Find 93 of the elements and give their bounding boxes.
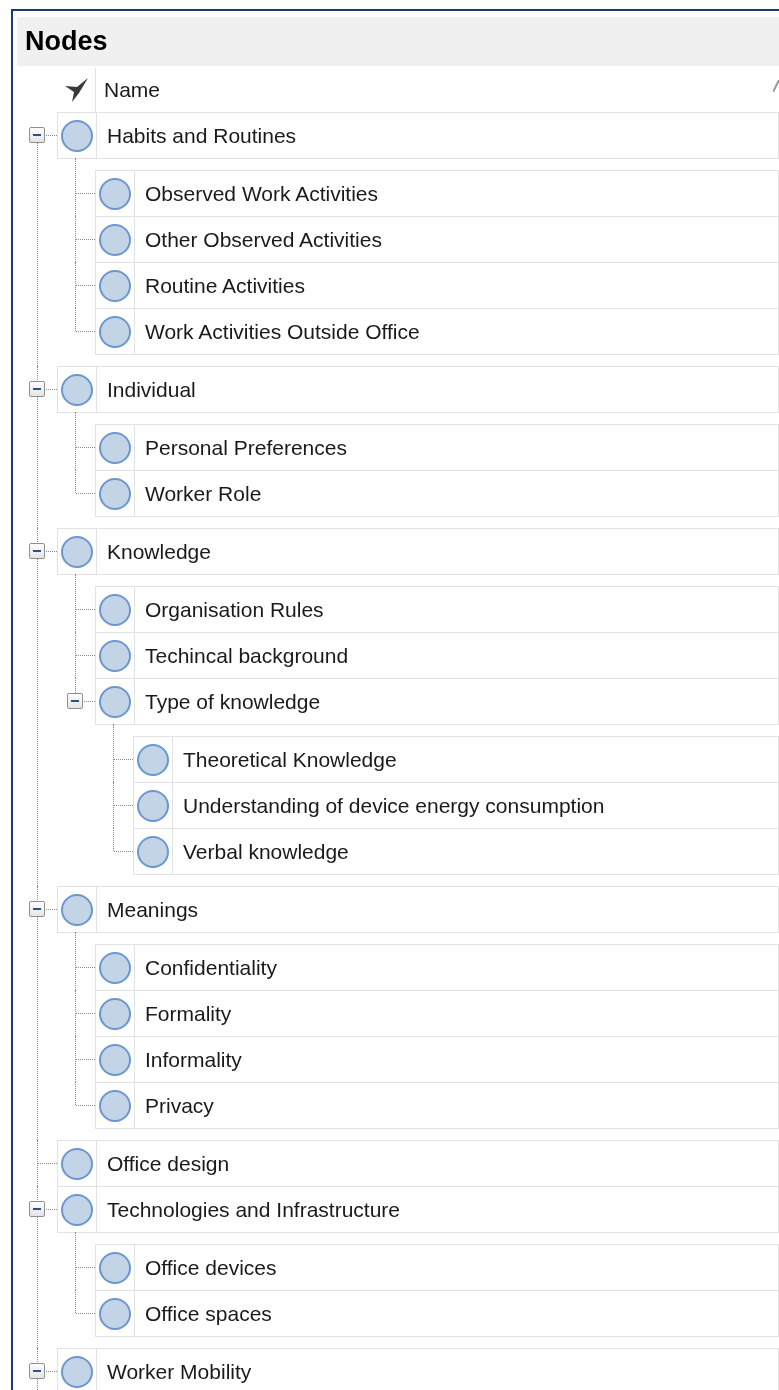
node-label: Knowledge bbox=[106, 538, 211, 565]
tree-row[interactable]: Formality bbox=[95, 990, 779, 1037]
node-icon bbox=[99, 269, 131, 302]
node-icon bbox=[99, 1251, 131, 1284]
node-label: Technologies and Infrastructure bbox=[106, 1196, 400, 1223]
node-icon bbox=[61, 535, 93, 568]
node-label: Worker Role bbox=[144, 480, 262, 507]
node-label: Routine Activities bbox=[144, 272, 305, 299]
tree-row[interactable]: Meanings bbox=[57, 886, 779, 933]
tree-row[interactable]: Office design bbox=[57, 1140, 779, 1187]
minus-icon bbox=[33, 905, 41, 913]
node-label: Observed Work Activities bbox=[144, 180, 379, 207]
node-icon bbox=[99, 1089, 131, 1122]
node-icon bbox=[99, 431, 131, 464]
node-label: Understanding of device energy consumption bbox=[182, 792, 605, 819]
collapse-button[interactable] bbox=[29, 901, 45, 917]
node-icon bbox=[99, 997, 131, 1030]
tree-row[interactable]: Routine Activities bbox=[95, 262, 779, 309]
tree-row[interactable]: Individual bbox=[57, 366, 779, 413]
tree-row[interactable]: Organisation Rules bbox=[95, 586, 779, 633]
node-icon bbox=[99, 685, 131, 718]
tree-row[interactable]: Theoretical Knowledge bbox=[133, 736, 779, 783]
collapse-button[interactable] bbox=[29, 543, 45, 559]
tree-row[interactable]: Observed Work Activities bbox=[95, 170, 779, 217]
minus-icon bbox=[33, 547, 41, 555]
tree-row[interactable]: Work Activities Outside Office bbox=[95, 308, 779, 355]
node-icon bbox=[137, 743, 169, 776]
collapse-button[interactable] bbox=[29, 1363, 45, 1379]
node-label: Worker Mobility bbox=[106, 1358, 252, 1385]
node-icon bbox=[61, 1147, 93, 1180]
node-icon bbox=[137, 835, 169, 868]
node-icon bbox=[99, 223, 131, 256]
node-label: Type of knowledge bbox=[144, 688, 321, 715]
star-icon bbox=[63, 77, 89, 103]
minus-icon bbox=[33, 385, 41, 393]
tree-row[interactable]: Office spaces bbox=[95, 1290, 779, 1337]
sort-icon bbox=[773, 80, 779, 92]
node-label: Privacy bbox=[144, 1092, 214, 1119]
node-label: Informality bbox=[144, 1046, 242, 1073]
node-icon bbox=[99, 177, 131, 210]
node-icon bbox=[99, 639, 131, 672]
node-icon bbox=[61, 893, 93, 926]
node-label: Theoretical Knowledge bbox=[182, 746, 397, 773]
minus-icon bbox=[33, 1205, 41, 1213]
tree-row[interactable]: Understanding of device energy consumption bbox=[133, 782, 779, 829]
node-label: Office design bbox=[106, 1150, 230, 1177]
minus-icon bbox=[33, 131, 41, 139]
tree-row[interactable]: Knowledge bbox=[57, 528, 779, 575]
tree-row[interactable]: Other Observed Activities bbox=[95, 216, 779, 263]
tree-row[interactable]: Confidentiality bbox=[95, 944, 779, 991]
collapse-button[interactable] bbox=[67, 693, 83, 709]
node-label: Office devices bbox=[144, 1254, 277, 1281]
node-icon bbox=[61, 119, 93, 152]
collapse-button[interactable] bbox=[29, 381, 45, 397]
node-label: Individual bbox=[106, 376, 196, 403]
tree-row[interactable]: Office devices bbox=[95, 1244, 779, 1291]
node-icon bbox=[61, 1355, 93, 1388]
panel-title: Nodes bbox=[25, 26, 108, 57]
tree-row[interactable]: Verbal knowledge bbox=[133, 828, 779, 875]
tree-row[interactable]: Worker Mobility bbox=[57, 1348, 779, 1390]
node-label: Habits and Routines bbox=[106, 122, 297, 149]
column-header[interactable]: Name bbox=[95, 68, 779, 112]
node-label: Office spaces bbox=[144, 1300, 272, 1327]
node-label: Organisation Rules bbox=[144, 596, 324, 623]
node-label: Other Observed Activities bbox=[144, 226, 382, 253]
node-icon bbox=[61, 373, 93, 406]
minus-icon bbox=[71, 697, 79, 705]
node-label: Confidentiality bbox=[144, 954, 277, 981]
node-icon bbox=[99, 593, 131, 626]
node-icon bbox=[99, 951, 131, 984]
tree-row[interactable]: Techincal background bbox=[95, 632, 779, 679]
collapse-button[interactable] bbox=[29, 1201, 45, 1217]
tree-row[interactable]: Worker Role bbox=[95, 470, 779, 517]
tree-row[interactable]: Privacy bbox=[95, 1082, 779, 1129]
node-icon bbox=[99, 1043, 131, 1076]
node-icon bbox=[61, 1193, 93, 1226]
node-icon bbox=[99, 477, 131, 510]
tree-row[interactable]: Habits and Routines bbox=[57, 112, 779, 159]
collapse-button[interactable] bbox=[29, 127, 45, 143]
node-label: Personal Preferences bbox=[144, 434, 347, 461]
tree-row[interactable]: Type of knowledge bbox=[95, 678, 779, 725]
tree-row[interactable]: Technologies and Infrastructure bbox=[57, 1186, 779, 1233]
node-label: Meanings bbox=[106, 896, 199, 923]
node-icon bbox=[99, 1297, 131, 1330]
tree-row[interactable]: Personal Preferences bbox=[95, 424, 779, 471]
node-label: Verbal knowledge bbox=[182, 838, 349, 865]
minus-icon bbox=[33, 1367, 41, 1375]
node-label: Formality bbox=[144, 1000, 232, 1027]
node-icon bbox=[99, 315, 131, 348]
node-icon bbox=[137, 789, 169, 822]
node-label: Work Activities Outside Office bbox=[144, 318, 420, 345]
tree-row[interactable]: Informality bbox=[95, 1036, 779, 1083]
node-label: Techincal background bbox=[144, 642, 349, 669]
